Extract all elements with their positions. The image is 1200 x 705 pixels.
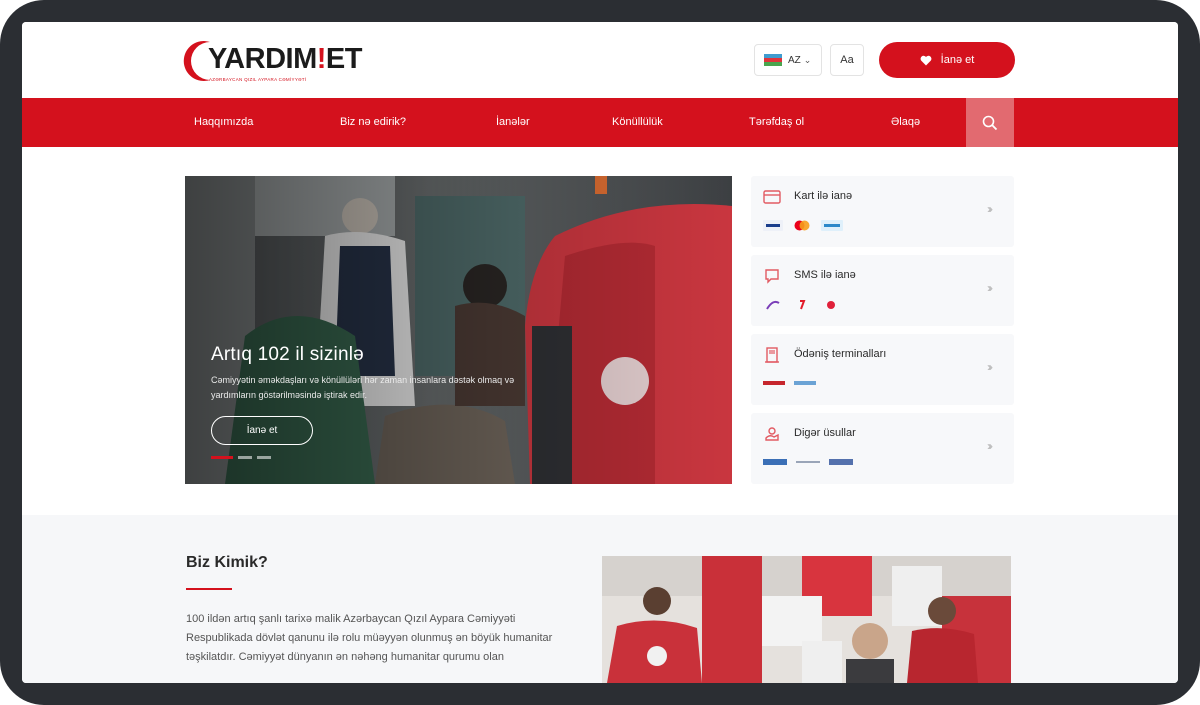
- slider-dot[interactable]: [211, 456, 233, 459]
- nav-item-donations[interactable]: İanələr: [496, 98, 530, 147]
- accessibility-button[interactable]: Aa: [830, 44, 864, 76]
- hero-text: Cəmiyyətin əməkdaşları və könüllüləri hə…: [211, 375, 515, 400]
- about-title: Biz Kimik?: [186, 554, 268, 571]
- slider-dot[interactable]: [257, 456, 271, 459]
- accessibility-label: Aa: [840, 54, 854, 66]
- payment-logos: [763, 299, 841, 311]
- nar-logo-icon: [827, 301, 835, 309]
- payment-title: SMS ilə ianə: [794, 269, 856, 281]
- visa-logo-icon: [763, 220, 783, 231]
- hero-slider[interactable]: Artıq 102 il sizinlə Cəmiyyətin əməkdaşl…: [185, 176, 732, 484]
- payment-title: Digər üsullar: [794, 427, 856, 439]
- language-code: AZ: [788, 54, 801, 66]
- bank-logo-icon: [763, 459, 787, 465]
- nav-item-contact[interactable]: Əlaqə: [891, 98, 920, 147]
- payment-logos: [763, 220, 843, 231]
- about-photo: [602, 556, 1011, 683]
- nav-item-partner[interactable]: Tərəfdaş ol: [749, 98, 804, 147]
- payment-card-other[interactable]: Digər üsullar ›››: [751, 413, 1014, 484]
- search-icon: [982, 115, 998, 130]
- logo-subtitle: AZƏRBAYCAN QIZIL AYPARA CƏMİYYƏTİ: [209, 77, 307, 82]
- nav-item-what-we-do[interactable]: Biz nə edirik?: [340, 98, 406, 147]
- hero-donate-button[interactable]: İanə et: [211, 416, 313, 445]
- search-button[interactable]: [966, 98, 1014, 147]
- heart-icon: [920, 55, 932, 65]
- logo-wordmark: YARDIM!ET: [208, 43, 362, 75]
- azerbaijan-flag-icon: [764, 54, 782, 66]
- other-methods-icon: [763, 425, 781, 443]
- abb-logo-icon: [829, 459, 853, 465]
- payment-card-terminals[interactable]: Ödəniş terminalları ›››: [751, 334, 1014, 405]
- sms-icon: [763, 267, 781, 285]
- amex-logo-icon: [821, 220, 843, 231]
- payment-card-card[interactable]: Kart ilə ianə ›››: [751, 176, 1014, 247]
- main-nav: Haqqımızda Biz nə edirik? İanələr Könüll…: [22, 98, 1178, 147]
- bakcell-logo-icon: [800, 300, 806, 310]
- chevron-double-right-icon: ›››: [987, 281, 993, 295]
- language-selector[interactable]: AZ ⌄: [754, 44, 822, 76]
- browser-screen: YARDIM!ET AZƏRBAYCAN QIZIL AYPARA CƏMİYY…: [22, 22, 1178, 683]
- site-header: YARDIM!ET AZƏRBAYCAN QIZIL AYPARA CƏMİYY…: [22, 22, 1178, 98]
- donate-button-label: İanə et: [940, 54, 975, 66]
- hero-title: Artıq 102 il sizinlə: [211, 344, 364, 365]
- donate-button[interactable]: İanə et: [879, 42, 1015, 78]
- chevron-down-icon: ⌄: [803, 54, 812, 65]
- site-logo[interactable]: YARDIM!ET AZƏRBAYCAN QIZIL AYPARA CƏMİYY…: [182, 36, 362, 86]
- chevron-double-right-icon: ›››: [987, 360, 993, 374]
- about-section: Biz Kimik? 100 ildən artıq şanlı tarixə …: [22, 515, 1178, 683]
- slider-dots: [211, 456, 271, 459]
- kapital-logo-icon: [796, 461, 820, 463]
- azercell-logo-icon: [766, 300, 780, 310]
- hero-button-label: İanə et: [246, 425, 278, 436]
- nav-item-volunteering[interactable]: Könüllülük: [612, 98, 663, 147]
- about-paragraph: 100 ildən artıq şanlı tarixə malik Azərb…: [186, 613, 553, 663]
- nav-item-about[interactable]: Haqqımızda: [194, 98, 253, 147]
- payment-logos: [763, 378, 816, 388]
- emanat-logo-icon: [794, 381, 816, 385]
- terminal-icon: [763, 346, 781, 364]
- title-underline: [186, 588, 232, 590]
- chevron-double-right-icon: ›››: [987, 202, 993, 216]
- card-icon: [763, 188, 781, 206]
- payment-title: Ödəniş terminalları: [794, 348, 887, 360]
- device-frame: YARDIM!ET AZƏRBAYCAN QIZIL AYPARA CƏMİYY…: [0, 0, 1200, 705]
- slider-dot[interactable]: [238, 456, 252, 459]
- mastercard-logo-icon: [794, 220, 810, 231]
- payment-title: Kart ilə ianə: [794, 190, 853, 202]
- payment-logos: [763, 457, 853, 467]
- million-logo-icon: [763, 381, 785, 385]
- chevron-double-right-icon: ›››: [987, 439, 993, 453]
- payment-card-sms[interactable]: SMS ilə ianə ›››: [751, 255, 1014, 326]
